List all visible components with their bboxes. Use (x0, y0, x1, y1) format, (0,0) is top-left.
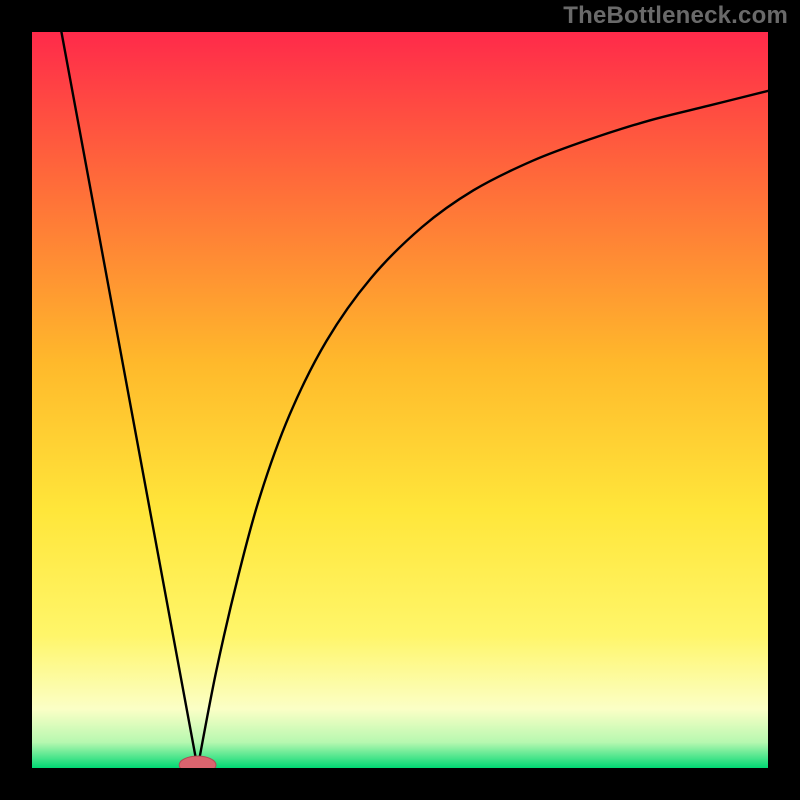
chart-svg (32, 32, 768, 768)
chart-frame: TheBottleneck.com (0, 0, 800, 800)
watermark-text: TheBottleneck.com (563, 2, 788, 30)
plot-area (32, 32, 768, 768)
gradient-background (32, 32, 768, 768)
